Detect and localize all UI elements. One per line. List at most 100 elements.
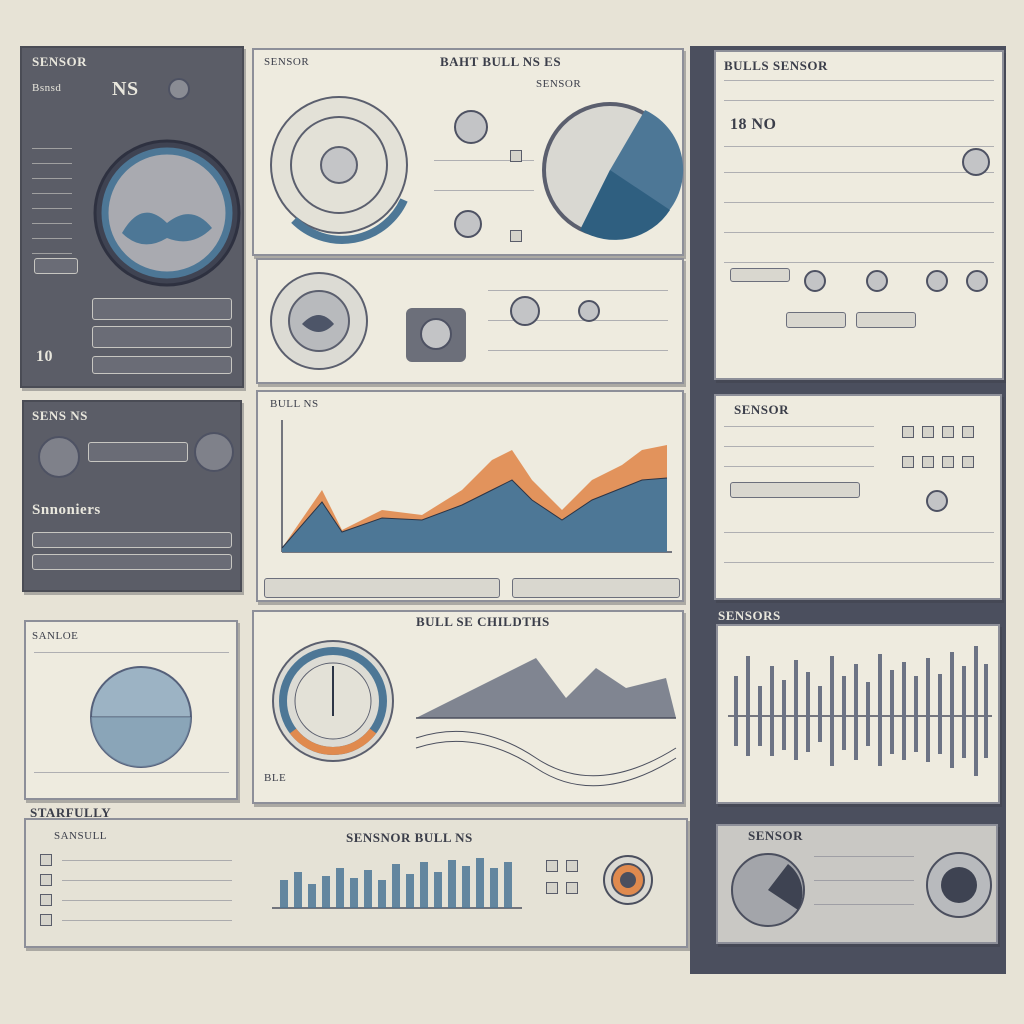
- control-slider[interactable]: [92, 298, 232, 320]
- panel-readout: NS: [112, 78, 139, 100]
- grid-line: [724, 146, 994, 147]
- sensor-icon[interactable]: [962, 426, 974, 438]
- list-line: [62, 860, 232, 861]
- control-slider[interactable]: [92, 326, 232, 348]
- grid-line: [724, 232, 994, 233]
- bar-chart: [272, 858, 522, 909]
- gauge-icon: [93, 139, 241, 287]
- panel-title: BULL NS: [270, 398, 319, 410]
- sensor-panel-center-mid: [256, 258, 684, 384]
- knob-icon[interactable]: [926, 270, 948, 292]
- sensor-panel-right-mid: SENSOR: [714, 394, 1002, 600]
- panel-title: SANSULL: [54, 830, 108, 842]
- sensor-icon[interactable]: [942, 426, 954, 438]
- panel-title: SENSOR: [264, 56, 310, 68]
- spectrum-chart: [728, 646, 992, 776]
- gauge-icon: [270, 272, 368, 370]
- panel-title: SENSOR: [748, 828, 804, 843]
- sensor-icon[interactable]: [40, 894, 52, 906]
- grid-line: [724, 446, 874, 447]
- dial-icon: [926, 852, 992, 918]
- status-bar: [88, 442, 188, 462]
- control-slider[interactable]: [32, 554, 232, 570]
- dial-icon: [542, 102, 684, 240]
- section-title: SENSORS: [718, 608, 781, 623]
- knob-icon[interactable]: [804, 270, 826, 292]
- panel-label: BLE: [264, 772, 287, 784]
- sensor-icon[interactable]: [566, 882, 578, 894]
- list-line: [62, 920, 232, 921]
- sensor-icon[interactable]: [406, 308, 466, 362]
- panel-title: SENSOR: [32, 54, 88, 69]
- control-slider[interactable]: [32, 532, 232, 548]
- sensor-icon[interactable]: [962, 456, 974, 468]
- sensor-panel-lower-left: SANLOE: [24, 620, 238, 800]
- sensor-panel-center-bottom: BULL SE CHILDTHS BLE: [252, 610, 684, 804]
- knob-icon[interactable]: [510, 296, 540, 326]
- knob-icon[interactable]: [578, 300, 600, 322]
- sensor-icon[interactable]: [942, 456, 954, 468]
- status-bar: [730, 482, 860, 498]
- control-slider[interactable]: [264, 578, 500, 598]
- sensor-icon[interactable]: [922, 456, 934, 468]
- sensor-icon[interactable]: [40, 874, 52, 886]
- panel-value: 10: [36, 348, 53, 365]
- sensor-icon[interactable]: [510, 150, 522, 162]
- sensor-panel-bottom: SANSULL SENSNOR BULL NS: [24, 818, 688, 948]
- dial-icon[interactable]: [38, 436, 80, 478]
- status-bar: [34, 258, 78, 274]
- list-line: [32, 238, 72, 239]
- panel-title: SANLOE: [32, 630, 79, 642]
- panel-subtitle: Bsnsd: [32, 82, 62, 94]
- panel-title: SENS NS: [32, 408, 88, 423]
- grid-line: [488, 290, 668, 291]
- grid-line: [814, 904, 914, 905]
- control-slider[interactable]: [92, 356, 232, 374]
- sensor-icon[interactable]: [902, 456, 914, 468]
- grid-line: [724, 466, 874, 467]
- list-line: [32, 148, 72, 149]
- grid-line: [724, 202, 994, 203]
- grid-line: [724, 262, 994, 263]
- sensor-panel-center-chart: BULL NS: [256, 390, 684, 602]
- sensor-icon[interactable]: [566, 860, 578, 872]
- dial-icon[interactable]: [194, 432, 234, 472]
- lens-icon: [420, 318, 452, 350]
- knob-icon[interactable]: [966, 270, 988, 292]
- sensor-icon[interactable]: [922, 426, 934, 438]
- mountain-wave-chart: [415, 658, 677, 787]
- sensor-icon[interactable]: [40, 854, 52, 866]
- panel-header: BAHT BULL NS ES: [440, 54, 562, 69]
- panel-title: BULL SE CHILDTHS: [416, 614, 550, 629]
- grid-line: [814, 880, 914, 881]
- grid-line: [724, 426, 874, 427]
- wave-line: [415, 730, 677, 777]
- list-line: [32, 163, 72, 164]
- grid-line: [34, 652, 229, 653]
- sensor-panel-right-bottom: SENSOR: [716, 824, 998, 944]
- panel-value: 18 NO: [730, 116, 777, 133]
- status-bar: [786, 312, 846, 328]
- sensor-icon[interactable]: [546, 860, 558, 872]
- grid-line: [434, 190, 534, 191]
- chart-title: SENSNOR BULL NS: [346, 830, 473, 845]
- sensor-icon[interactable]: [546, 882, 558, 894]
- knob-icon[interactable]: [866, 270, 888, 292]
- grid-line: [724, 532, 994, 533]
- list-line: [62, 880, 232, 881]
- grid-line: [724, 172, 994, 173]
- gauge-icon: [90, 666, 192, 768]
- sensor-icon[interactable]: [510, 230, 522, 242]
- grid-line: [724, 80, 994, 81]
- knob-icon[interactable]: [454, 210, 482, 238]
- control-slider[interactable]: [512, 578, 680, 598]
- list-line: [62, 900, 232, 901]
- knob-icon[interactable]: [168, 78, 190, 100]
- knob-icon[interactable]: [926, 490, 948, 512]
- panel-subheader: SENSOR: [536, 78, 582, 90]
- knob-icon[interactable]: [962, 148, 990, 176]
- knob-icon[interactable]: [454, 110, 488, 144]
- sensor-icon[interactable]: [40, 914, 52, 926]
- sensor-icon[interactable]: [902, 426, 914, 438]
- gauge-icon: [270, 96, 408, 244]
